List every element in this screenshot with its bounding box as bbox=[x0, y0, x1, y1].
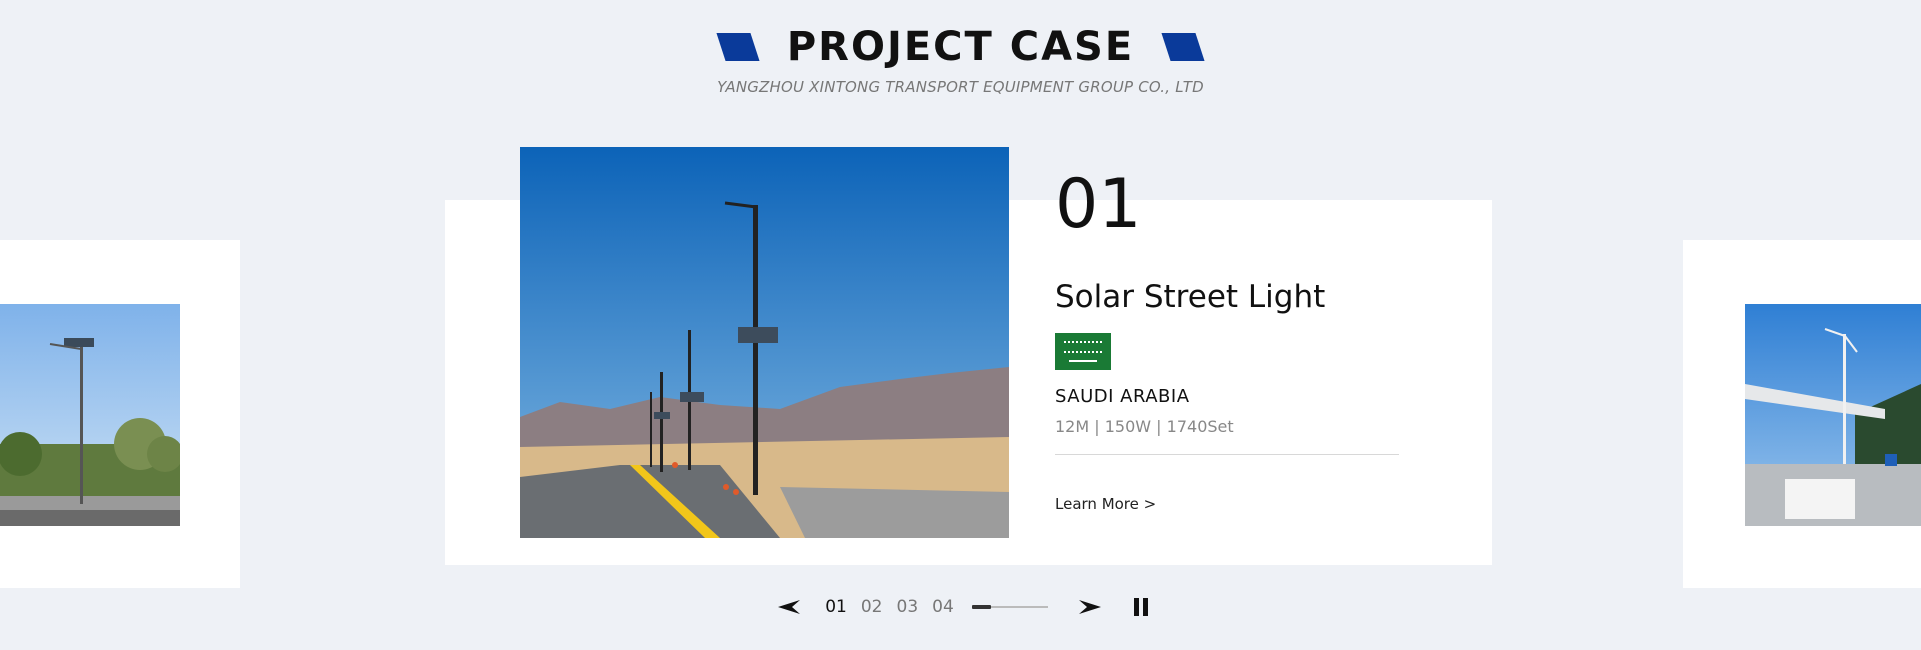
project-info: 01 Solar Street Light SAUDI ARABIA 12M |… bbox=[1055, 165, 1400, 513]
flag-script bbox=[1064, 341, 1102, 353]
arrow-left-icon[interactable] bbox=[773, 595, 809, 619]
prev-slide-card[interactable] bbox=[0, 240, 240, 588]
pause-icon[interactable] bbox=[1133, 598, 1148, 616]
page-number-02[interactable]: 02 bbox=[861, 597, 883, 617]
learn-more-link[interactable]: Learn More > bbox=[1055, 495, 1400, 513]
project-title: Solar Street Light bbox=[1055, 279, 1326, 315]
next-slide-card[interactable] bbox=[1683, 240, 1921, 588]
section-header: PROJECT CASE YANGZHOU XINTONG TRANSPORT … bbox=[0, 0, 1921, 110]
project-photo[interactable] bbox=[520, 147, 1009, 538]
page-title: PROJECT CASE bbox=[786, 24, 1135, 70]
page-number-03[interactable]: 03 bbox=[897, 597, 919, 617]
divider bbox=[1055, 454, 1399, 455]
saudi-arabia-flag-icon bbox=[1055, 333, 1111, 370]
arrow-right-icon[interactable] bbox=[1070, 595, 1106, 619]
left-accent-shape bbox=[716, 33, 760, 61]
company-subtitle: YANGZHOU XINTONG TRANSPORT EQUIPMENT GRO… bbox=[717, 78, 1204, 96]
page-number-04[interactable]: 04 bbox=[932, 597, 954, 617]
project-specs: 12M | 150W | 1740Set bbox=[1055, 417, 1234, 436]
next-slide-photo bbox=[1745, 304, 1921, 526]
prev-slide-photo bbox=[0, 304, 180, 526]
title-row: PROJECT CASE bbox=[0, 22, 1921, 72]
page-number-01[interactable]: 01 bbox=[825, 597, 847, 617]
slide-progress-track bbox=[971, 605, 1048, 609]
slide-number: 01 bbox=[1055, 165, 1142, 244]
flag-sword bbox=[1069, 360, 1097, 362]
page-numbers: 01 02 03 04 bbox=[825, 597, 954, 617]
right-accent-shape bbox=[1161, 33, 1205, 61]
pause-bar-left bbox=[1133, 598, 1139, 616]
slider-controls: 01 02 03 04 bbox=[0, 590, 1921, 624]
slide-progress-fill bbox=[971, 605, 991, 609]
pause-bar-right bbox=[1142, 598, 1148, 616]
project-country: SAUDI ARABIA bbox=[1055, 386, 1190, 407]
